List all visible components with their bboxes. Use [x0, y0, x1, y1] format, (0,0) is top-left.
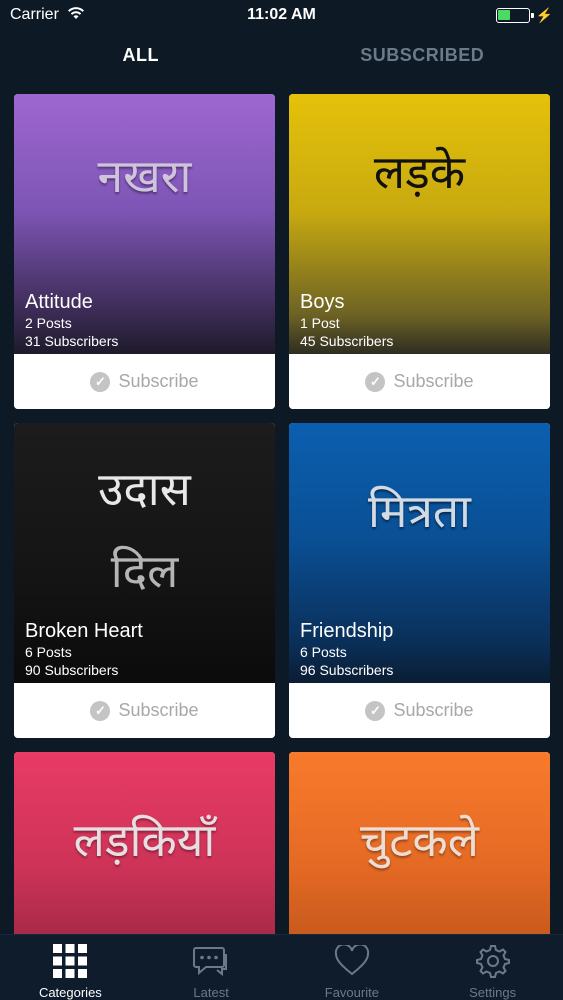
category-image: लड़कियाँ	[14, 752, 275, 937]
category-hindi-title: चुटकले	[360, 813, 479, 867]
tab-settings[interactable]: Settings	[422, 935, 563, 1000]
heart-icon	[334, 943, 370, 979]
category-subscribers: 90 Subscribers	[25, 662, 119, 678]
category-card-girls[interactable]: लड़कियाँ	[14, 752, 275, 937]
tab-all[interactable]: ALL	[0, 30, 282, 80]
category-subscribers: 96 Subscribers	[300, 662, 394, 678]
tab-label: Settings	[469, 985, 517, 1000]
category-subscribers: 45 Subscribers	[300, 333, 394, 349]
category-image: चुटकले	[289, 752, 550, 937]
category-meta: Friendship 6 Posts 96 Subscribers	[300, 619, 393, 679]
check-icon: ✓	[90, 371, 111, 392]
charging-icon: ⚡	[535, 6, 553, 23]
bottom-tab-bar: Categories Latest Favourite Settings	[0, 934, 563, 1000]
chat-icon	[193, 943, 229, 979]
check-icon: ✓	[365, 700, 386, 721]
category-subscribers: 31 Subscribers	[25, 333, 119, 349]
category-hindi-title: लड़के	[373, 145, 466, 199]
status-bar: Carrier 11:02 AM ⚡	[0, 0, 563, 30]
segment-tabs: ALL SUBSCRIBED	[0, 30, 563, 80]
category-image: लड़के Boys 1 Post 45 Subscribers	[289, 94, 550, 354]
tab-label: Categories	[38, 985, 102, 1000]
category-name: Friendship	[300, 620, 394, 642]
subscribe-label: Subscribe	[393, 371, 474, 391]
subscribe-label: Subscribe	[118, 700, 199, 720]
category-name: Broken Heart	[25, 620, 143, 642]
tab-subscribed[interactable]: SUBSCRIBED	[282, 30, 563, 80]
category-meta: Boys 1 Post 45 Subscribers	[300, 290, 393, 350]
wifi-icon	[67, 6, 85, 25]
subscribe-label: Subscribe	[393, 700, 474, 720]
tab-label: Latest	[193, 985, 229, 1000]
category-card-broken-heart[interactable]: उदास दिल Broken Heart 6 Posts 90 Subscri…	[14, 423, 275, 738]
carrier-label: Carrier	[10, 6, 59, 23]
status-left: Carrier	[10, 6, 85, 25]
subscribe-button[interactable]: ✓ Subscribe	[289, 683, 550, 738]
category-posts: 1 Post	[300, 315, 340, 331]
category-card-boys[interactable]: लड़के Boys 1 Post 45 Subscribers ✓ Subsc…	[289, 94, 550, 409]
category-meta: Broken Heart 6 Posts 90 Subscribers	[25, 619, 143, 679]
check-icon: ✓	[90, 700, 111, 721]
category-card-attitude[interactable]: नखरा Attitude 2 Posts 31 Subscribers ✓ S…	[14, 94, 275, 409]
category-name: Attitude	[25, 291, 93, 313]
category-name: Boys	[300, 291, 345, 313]
tab-favourite[interactable]: Favourite	[282, 935, 423, 1000]
category-posts: 6 Posts	[300, 644, 347, 660]
category-hindi-title: मित्रता	[368, 484, 471, 538]
category-hindi-title-line1: उदास	[98, 462, 191, 516]
category-posts: 6 Posts	[25, 644, 72, 660]
subscribe-button[interactable]: ✓ Subscribe	[14, 354, 275, 409]
category-posts: 2 Posts	[25, 315, 72, 331]
gear-icon	[475, 943, 510, 979]
battery-icon	[495, 7, 534, 23]
subscribe-label: Subscribe	[118, 371, 199, 391]
category-card-jokes[interactable]: चुटकले	[289, 752, 550, 937]
category-card-friendship[interactable]: मित्रता Friendship 6 Posts 96 Subscriber…	[289, 423, 550, 738]
category-image: मित्रता Friendship 6 Posts 96 Subscriber…	[289, 423, 550, 683]
category-hindi-title: लड़कियाँ	[73, 813, 216, 867]
category-grid: नखरा Attitude 2 Posts 31 Subscribers ✓ S…	[14, 94, 550, 937]
tab-latest[interactable]: Latest	[141, 935, 282, 1000]
subscribe-button[interactable]: ✓ Subscribe	[289, 354, 550, 409]
check-icon: ✓	[365, 371, 386, 392]
category-image: नखरा Attitude 2 Posts 31 Subscribers	[14, 94, 275, 354]
subscribe-button[interactable]: ✓ Subscribe	[14, 683, 275, 738]
status-right: ⚡	[495, 6, 553, 24]
category-meta: Attitude 2 Posts 31 Subscribers	[25, 290, 118, 350]
category-hindi-title: नखरा	[97, 149, 192, 203]
tab-categories[interactable]: Categories	[0, 935, 141, 1000]
grid-icon	[52, 943, 88, 979]
tab-label: Favourite	[324, 985, 379, 1000]
category-hindi-title-line2: दिल	[110, 544, 179, 598]
category-image: उदास दिल Broken Heart 6 Posts 90 Subscri…	[14, 423, 275, 683]
